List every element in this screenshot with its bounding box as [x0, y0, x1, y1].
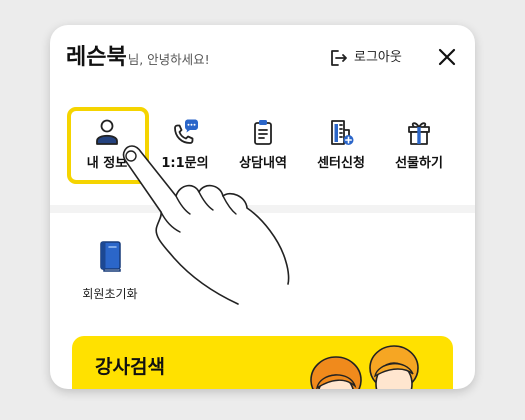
menu-panel: 레슨북 님, 안녕하세요! 로그아웃 내 정보 1:1문의 상담내역 센터신청 …	[50, 25, 475, 389]
gift-icon	[408, 122, 430, 145]
menu-item-label: 센터신청	[317, 156, 365, 171]
clipboard-icon	[254, 120, 272, 145]
menu-item-gift[interactable]: 선물하기	[380, 111, 458, 172]
section-divider	[50, 205, 475, 213]
instructors-illustration	[310, 345, 419, 389]
phone-chat-icon	[174, 119, 198, 144]
logout-label: 로그아웃	[354, 50, 402, 65]
menu-item-label: 상담내역	[239, 156, 287, 171]
menu-item-center-apply[interactable]: 센터신청	[302, 111, 380, 172]
secondary-menu: 회원초기화	[72, 233, 148, 301]
menu-item-label: 내 정보	[86, 156, 128, 171]
close-button[interactable]	[438, 48, 456, 66]
logout-icon	[331, 50, 347, 66]
menu-item-member-reset[interactable]: 회원초기화	[72, 233, 148, 301]
menu-item-label: 회원초기화	[82, 287, 138, 301]
close-icon	[438, 48, 456, 66]
menu-item-consult-history[interactable]: 상담내역	[224, 111, 302, 172]
user-name: 레슨북	[66, 45, 127, 70]
menu-item-label: 선물하기	[395, 156, 443, 171]
menu-item-inquiry[interactable]: 1:1문의	[146, 111, 224, 172]
main-menu: 내 정보 1:1문의 상담내역 센터신청 선물하기	[68, 111, 458, 172]
banner-title: 강사검색	[95, 356, 165, 378]
building-add-icon	[331, 120, 354, 145]
person-icon	[96, 119, 118, 145]
book-icon	[100, 241, 121, 272]
logout-button[interactable]: 로그아웃	[328, 47, 402, 69]
menu-item-label: 1:1문의	[161, 156, 209, 171]
greeting-header: 레슨북 님, 안녕하세요!	[66, 45, 210, 71]
greeting-text: 님, 안녕하세요!	[127, 52, 210, 67]
menu-item-my-info[interactable]: 내 정보	[68, 111, 146, 172]
instructor-search-banner[interactable]: 강사검색	[72, 336, 453, 389]
